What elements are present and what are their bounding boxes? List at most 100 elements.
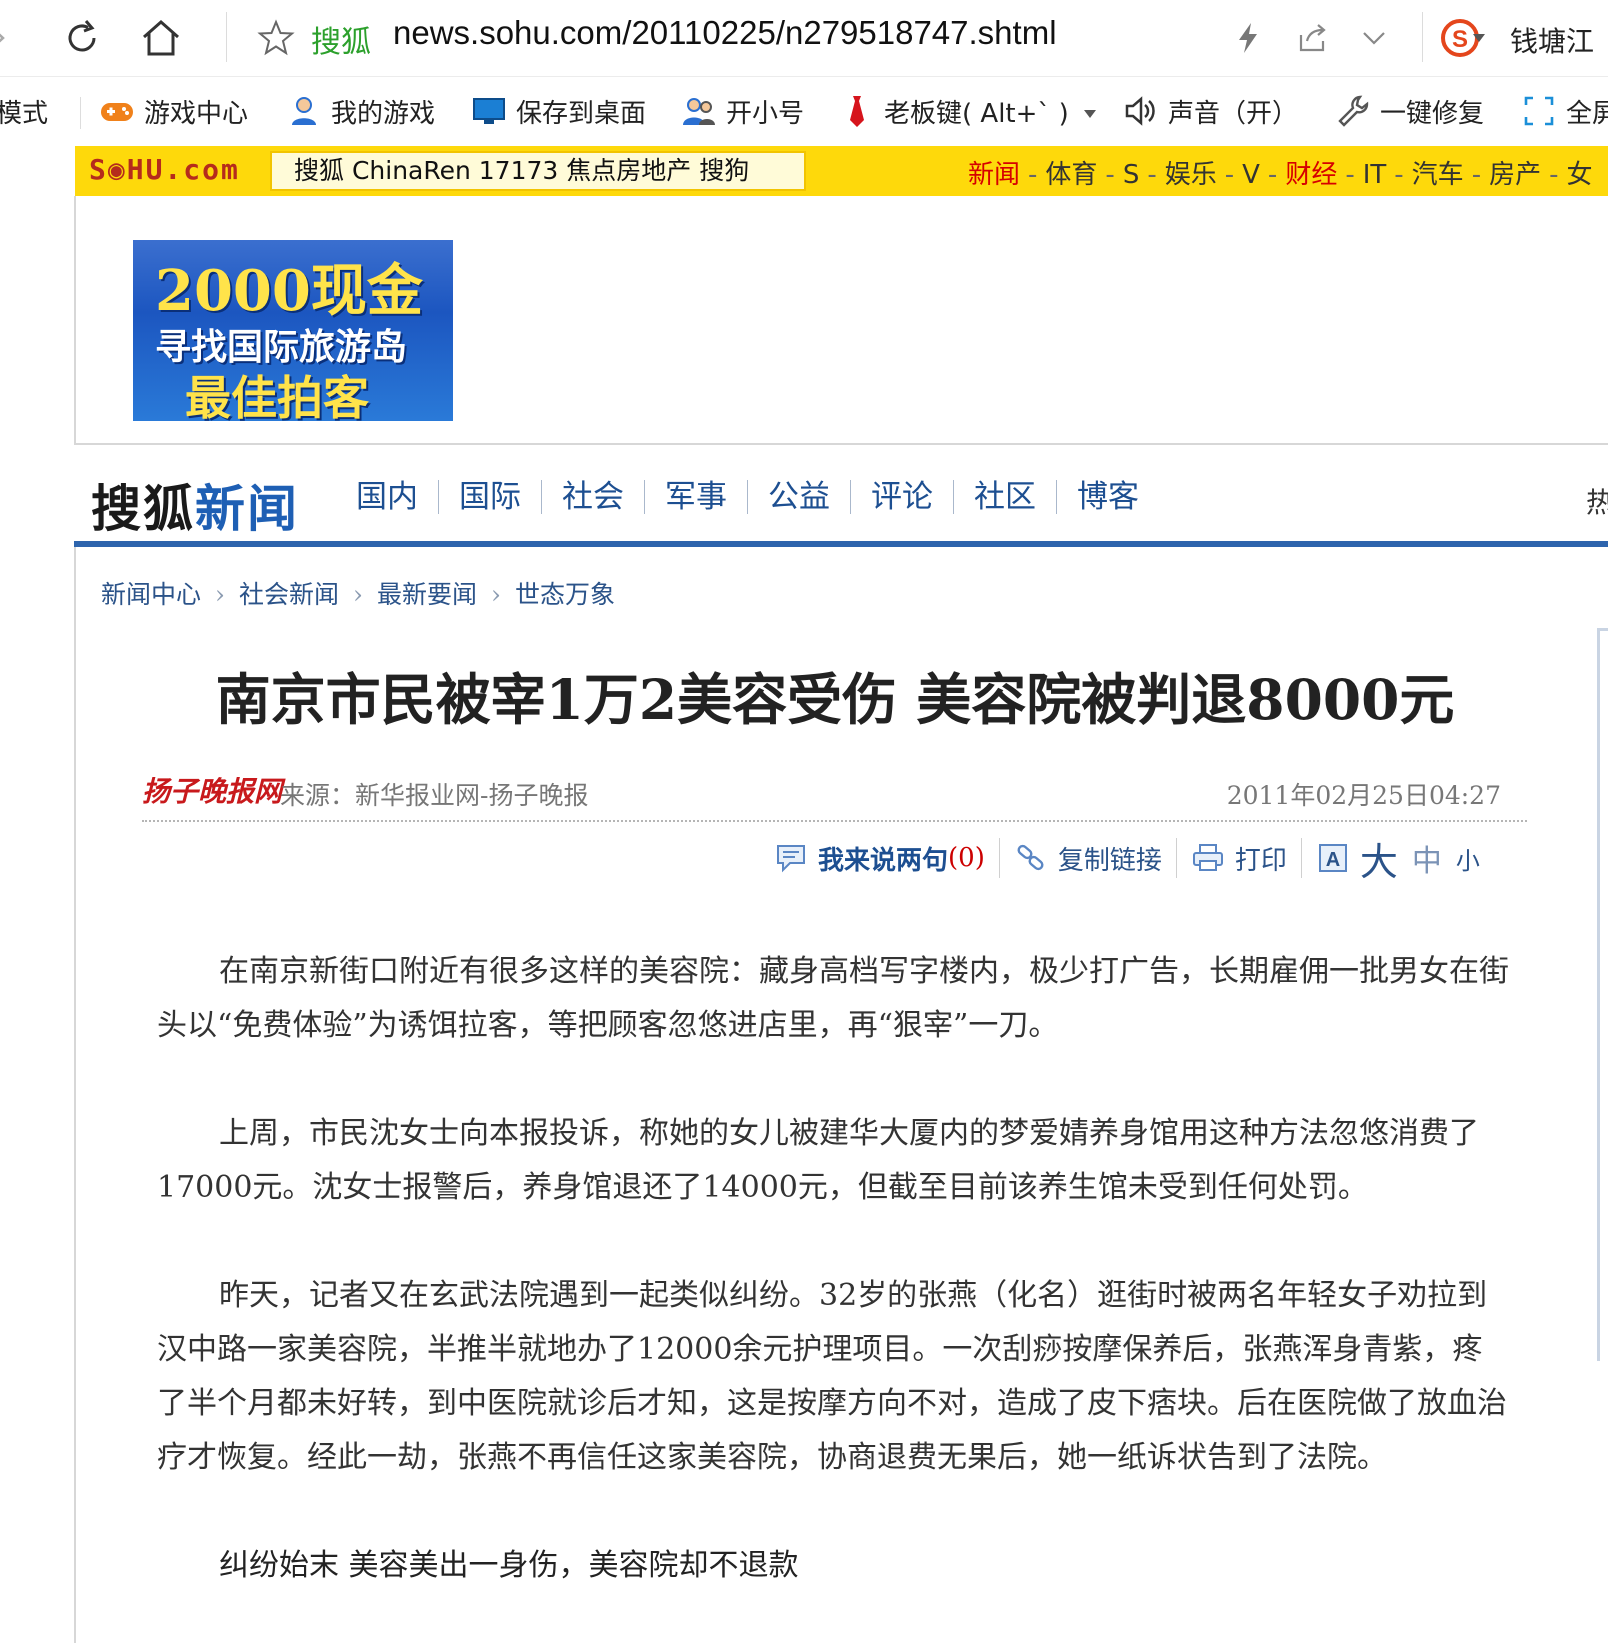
toolbar-item-label: 老板键( Alt+` ) xyxy=(884,98,1069,129)
speaker-icon xyxy=(1122,92,1160,130)
share-icon[interactable] xyxy=(1286,12,1338,64)
news-tabs: 国内 国际 社会 军事 公益 评论 社区 博客 xyxy=(336,479,1159,515)
sohu-news-logo[interactable]: 搜狐新闻 xyxy=(91,469,299,541)
side-panel-edge xyxy=(1597,628,1608,1361)
gamepad-icon xyxy=(98,92,136,130)
hot-label[interactable]: 热 xyxy=(1586,481,1608,521)
channel-link[interactable]: 女 xyxy=(1566,160,1592,190)
forward-icon[interactable] xyxy=(0,12,24,64)
toolbar-item-repair[interactable]: 一键修复 xyxy=(1334,91,1484,131)
source-logo[interactable]: 扬子晚报网 xyxy=(142,770,282,810)
toolbar-item-game-center[interactable]: 游戏中心 xyxy=(98,91,248,131)
article-headline: 南京市民被宰1万2美容受伤 美容院被判退8000元 xyxy=(215,667,1455,732)
font-size-icon: A xyxy=(1316,841,1350,875)
breadcrumb-link[interactable]: 世态万象 xyxy=(515,580,615,609)
wrench-icon xyxy=(1334,92,1372,130)
mode-label: 模式 xyxy=(0,98,49,129)
font-size-controls: A 大 中 小 xyxy=(1302,836,1494,884)
ad-banner[interactable]: 2000现金 寻找国际旅游岛 最佳拍客 xyxy=(133,240,453,421)
channel-nav: 新闻 - 体育 - S - 娱乐 - V - 财经 - IT - 汽车 - 房产 - 女 xyxy=(968,154,1593,191)
channel-separator: - xyxy=(1394,160,1404,190)
channel-link[interactable]: 房产 xyxy=(1489,160,1541,190)
channel-link[interactable]: 体育 xyxy=(1045,160,1097,190)
channel-link[interactable]: V xyxy=(1242,160,1260,190)
mode-toggle[interactable]: 模式 xyxy=(0,91,48,131)
copy-link-label: 复制链接 xyxy=(1057,845,1162,876)
toolbar-item-sound[interactable]: 声音（开） xyxy=(1122,91,1298,131)
breadcrumb-chevron-icon: › xyxy=(353,580,364,609)
breadcrumb: 新闻中心 › 社会新闻 › 最新要闻 › 世态万象 xyxy=(101,575,615,611)
ad-line-3: 最佳拍客 xyxy=(185,371,369,421)
breadcrumb-link[interactable]: 新闻中心 xyxy=(101,580,201,609)
url-input[interactable]: news.sohu.com/20110225/n279518747.shtml xyxy=(393,14,1057,52)
browser-address-bar: 搜狐 news.sohu.com/20110225/n279518747.sht… xyxy=(0,0,1608,76)
toolbar-item-alt-account[interactable]: 开小号 xyxy=(680,91,804,131)
comment-label: 我来说两句 xyxy=(818,845,949,876)
channel-separator: - xyxy=(1147,160,1157,190)
channel-separator: - xyxy=(1224,160,1235,190)
article-paragraph: 上周，市民沈女士向本报投诉，称她的女儿被建华大厦内的梦爱婧养身馆用这种方法忽悠消… xyxy=(157,1116,1479,1205)
channel-separator: - xyxy=(1471,160,1482,190)
account-label[interactable]: 钱塘江 xyxy=(1510,20,1594,60)
monitor-icon xyxy=(470,92,508,130)
news-tab[interactable]: 社会 xyxy=(542,480,645,514)
user-icon xyxy=(285,92,323,130)
news-tab[interactable]: 国际 xyxy=(439,480,542,514)
news-tab[interactable]: 公益 xyxy=(748,480,851,514)
breadcrumb-link[interactable]: 社会新闻 xyxy=(239,580,339,609)
font-size-medium[interactable]: 中 xyxy=(1412,836,1442,880)
article-subhead: 纠纷始末 美容美出一身伤，美容院却不退款 xyxy=(219,1548,799,1583)
news-tab[interactable]: 国内 xyxy=(336,480,439,514)
site-name: 搜狐 xyxy=(311,25,371,60)
toolbar-item-label: 我的游戏 xyxy=(331,98,436,129)
toolbar-item-label: 声音（开） xyxy=(1168,98,1299,129)
portal-links[interactable]: 搜狐 ChinaRen 17173 焦点房地产 搜狗 xyxy=(270,151,806,191)
toolbar-item-fullscreen[interactable]: 全屏 xyxy=(1520,91,1608,131)
comment-button[interactable]: 我来说两句 (0) xyxy=(760,836,999,880)
print-label: 打印 xyxy=(1234,845,1287,876)
font-size-small[interactable]: 小 xyxy=(1456,841,1480,876)
channel-separator: - xyxy=(1549,160,1559,190)
logo-part-2: 新闻 xyxy=(195,479,299,538)
fullscreen-icon xyxy=(1520,92,1558,130)
tie-icon xyxy=(838,92,876,130)
source-row: 扬子晚报网 来源：新华报业网-扬子晚报 2011年02月25日04:27 xyxy=(142,768,1527,822)
channel-link[interactable]: 汽车 xyxy=(1412,160,1464,190)
sohu-logo[interactable]: S◉HU.com xyxy=(89,153,240,186)
copy-link-button[interactable]: 复制链接 xyxy=(1000,836,1176,880)
caret-down-icon[interactable] xyxy=(1464,12,1494,64)
channel-separator: - xyxy=(1028,160,1038,190)
channel-link[interactable]: 财经 xyxy=(1285,160,1337,190)
home-icon[interactable] xyxy=(135,12,187,64)
browser-toolbar: 模式 游戏中心 我的游戏 保存到桌面 开小号 老板键( Alt+` ) 声音（开… xyxy=(0,76,1608,147)
article-paragraph: 在南京新街口附近有很多这样的美容院：藏身高档写字楼内，极少打广告，长期雇佣一批男… xyxy=(157,954,1509,1043)
svg-text:A: A xyxy=(1326,849,1340,871)
comment-icon xyxy=(774,841,808,875)
font-size-large[interactable]: 大 xyxy=(1360,831,1398,886)
lightning-icon[interactable] xyxy=(1222,12,1274,64)
caret-down-icon[interactable] xyxy=(1083,96,1097,126)
breadcrumb-link[interactable]: 最新要闻 xyxy=(377,580,477,609)
toolbar-item-label: 一键修复 xyxy=(1380,98,1485,129)
toolbar-item-save-desktop[interactable]: 保存到桌面 xyxy=(470,91,646,131)
chevron-down-icon[interactable] xyxy=(1348,12,1400,64)
bookmark-star-icon[interactable] xyxy=(250,12,302,64)
breadcrumb-chevron-icon: › xyxy=(215,580,226,609)
news-nav: 搜狐新闻 国内 国际 社会 军事 公益 评论 社区 博客 热 xyxy=(74,455,1608,541)
channel-link[interactable]: 新闻 xyxy=(968,160,1020,190)
channel-separator: - xyxy=(1345,160,1355,190)
article-paragraph: 昨天，记者又在玄武法院遇到一起类似纠纷。32岁的张燕（化名）逛街时被两名年轻女子… xyxy=(157,1278,1507,1475)
channel-link[interactable]: 娱乐 xyxy=(1165,160,1217,190)
news-tab[interactable]: 社区 xyxy=(954,480,1057,514)
article-tools: 我来说两句 (0) 复制链接 打印 A 大 中 小 xyxy=(760,836,1494,884)
news-tab[interactable]: 军事 xyxy=(645,480,748,514)
channel-separator: - xyxy=(1105,160,1115,190)
toolbar-item-boss-key[interactable]: 老板键( Alt+` ) xyxy=(838,91,1097,131)
news-tab[interactable]: 评论 xyxy=(851,480,954,514)
print-button[interactable]: 打印 xyxy=(1177,836,1301,880)
news-tab[interactable]: 博客 xyxy=(1057,480,1159,514)
channel-link[interactable]: S xyxy=(1123,160,1140,190)
reload-icon[interactable] xyxy=(56,12,108,64)
channel-link[interactable]: IT xyxy=(1363,160,1387,190)
toolbar-item-my-games[interactable]: 我的游戏 xyxy=(285,91,435,131)
